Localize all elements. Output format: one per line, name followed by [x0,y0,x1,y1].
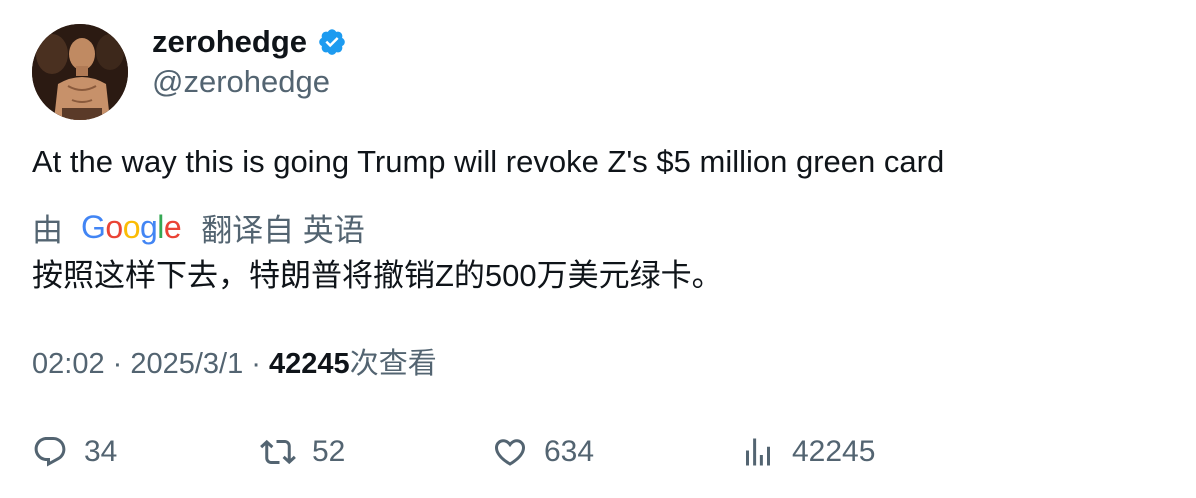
tweet-time[interactable]: 02:02 [32,348,105,380]
google-logo-letter: o [122,208,141,245]
translated-text: 按照这样下去，特朗普将撤销Z的500万美元绿卡。 [32,258,723,293]
reply-count: 34 [84,435,118,468]
author-display-name[interactable]: zerohedge [152,22,347,62]
repost-icon [260,439,296,465]
like-button[interactable]: 634 [492,432,594,472]
tweet-text: At the way this is going Trump will revo… [32,144,945,179]
views-button[interactable]: 42245 [740,432,875,472]
tweet-meta: 02:02 · 2025/3/1 · 42245次查看 [32,344,437,384]
author-handle[interactable]: @zerohedge [152,62,330,102]
reply-icon [34,437,66,467]
translated-from-label[interactable]: 翻译自 英语 [201,205,365,250]
display-name-text[interactable]: zerohedge [152,22,307,62]
google-logo-letter: o [105,208,123,245]
views-count: 42245 [269,348,350,380]
verified-badge-icon [319,29,345,55]
translation-attribution: 由 Google 翻译自 英语 [32,205,365,250]
meta-separator: · [243,348,270,380]
google-logo-letter: e [163,208,182,245]
reply-button[interactable]: 34 [32,432,117,472]
google-logo-letter: l [157,208,164,245]
views-action-count: 42245 [792,435,876,468]
google-logo: Google [81,208,182,246]
repost-button[interactable]: 52 [260,432,345,472]
tweet-date[interactable]: 2025/3/1 [130,348,243,380]
google-logo-letter: G [81,208,106,245]
google-logo-letter: g [139,208,158,245]
like-count: 634 [544,435,595,468]
avatar[interactable] [32,24,128,120]
views-label: 次查看 [349,348,437,380]
heart-icon [494,439,526,466]
meta-separator: · [104,348,131,380]
avatar-image [32,24,128,120]
analytics-icon [746,438,770,466]
translated-by-label: 由 [32,212,63,248]
repost-count: 52 [312,435,346,468]
